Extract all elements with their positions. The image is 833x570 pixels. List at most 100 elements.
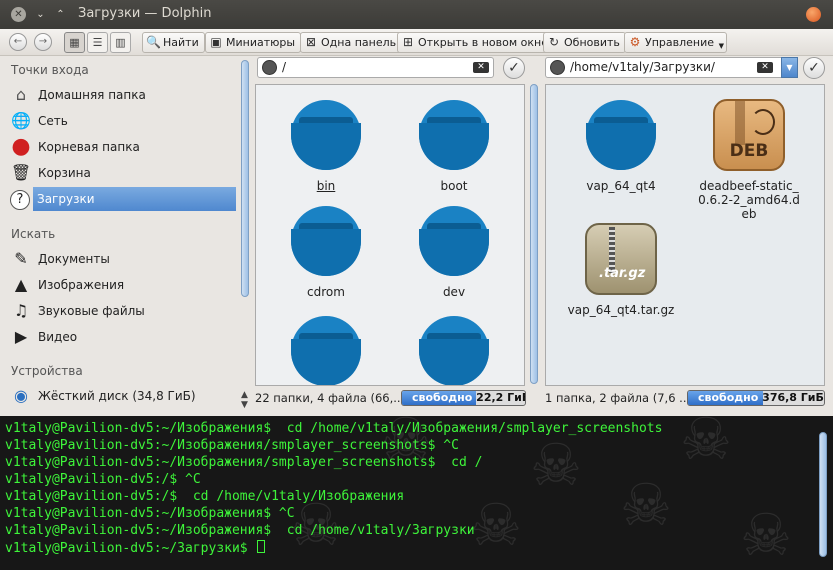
place-label: Корневая папка [38, 140, 140, 154]
device-label: Жёсткий диск (34,8 ГиБ) [38, 389, 196, 403]
terminal-line: v1taly@Pavilion-dv5:/$ cd /home/v1taly/И… [5, 489, 405, 504]
terminal-panel[interactable]: ☠ ☠ ☠ ☠ ☠ ☠ ☠ v1taly@Pavilion-dv5:~/Изоб… [0, 416, 833, 570]
columns-view-button[interactable]: ▥ [110, 32, 131, 53]
drive-icon [262, 60, 277, 75]
search-label: Документы [38, 252, 110, 266]
documents-icon: ✎ [14, 249, 28, 268]
clear-path-icon[interactable]: ✕ [473, 62, 489, 73]
left-status-text: 22 папки, 4 файла (66,... [255, 391, 405, 405]
preview-icon: ▣ [210, 35, 222, 49]
skull-icon: ☠ [470, 491, 522, 559]
details-view-button[interactable]: ☰ [87, 32, 108, 53]
places-scrollbar[interactable] [241, 60, 249, 297]
device-hard-disk[interactable]: ◉ Жёсткий диск (34,8 ГиБ) [8, 384, 236, 408]
terminal-prompt: v1taly@Pavilion-dv5:~/Загрузки$ [5, 541, 256, 556]
skull-icon: ☠ [620, 471, 672, 539]
search-video[interactable]: ▶ Видео [8, 325, 236, 349]
file-item[interactable]: boot [394, 97, 514, 193]
file-item[interactable] [266, 313, 386, 385]
manage-menu-button[interactable]: ⚙ Управление ▼ [624, 32, 728, 53]
audio-icon: ♫ [13, 301, 29, 320]
right-free-label: свободно [698, 391, 759, 404]
file-item[interactable]: cdrom [266, 203, 386, 299]
preview-label: Миниатюры [226, 36, 296, 49]
forward-button[interactable]: → [34, 33, 52, 51]
file-name: deadbeef-static_0.6.2-2_amd64.deb [698, 179, 800, 221]
columns-view-icon: ▥ [115, 36, 126, 49]
file-name: vap_64_qt4 [586, 179, 656, 193]
right-file-view: vap_64_qt4 DEB deadbeef-static_0.6.2-2_am… [545, 84, 825, 386]
file-item[interactable]: vap_64_qt4 [561, 97, 681, 193]
place-downloads[interactable]: Загрузки [33, 187, 236, 211]
terminal-line: v1taly@Pavilion-dv5:~/Изображения$ ^C [5, 506, 295, 521]
terminal-line: v1taly@Pavilion-dv5:/$ ^C [5, 472, 201, 487]
icons-view-button[interactable]: ▦ [64, 32, 85, 53]
back-button[interactable]: ← [9, 33, 27, 51]
folder-icon [416, 203, 492, 279]
place-label: Домашняя папка [38, 88, 146, 102]
folder-icon [288, 97, 364, 173]
main-toolbar: ← → ▦ ☰ ▥ 🔍 Найти ▣ Миниатюры ⊠ Одна панель… [0, 29, 833, 56]
downloads-icon: ? [10, 190, 30, 210]
sort-arrows-icon[interactable]: ▲ ▼ [241, 390, 248, 410]
left-pane-scrollbar[interactable] [530, 84, 538, 384]
place-network[interactable]: 🌐 Сеть [8, 109, 236, 133]
close-window-button[interactable]: ✕ [11, 7, 26, 22]
archive-icon: .tar.gz [585, 223, 657, 295]
search-section-title: Искать [11, 227, 56, 241]
split-view-button[interactable]: ⊠ Одна панель [300, 32, 403, 53]
places-panel: Точки входа ⌂ Домашняя папка 🌐 Сеть ● Корне… [0, 57, 240, 415]
terminal-scrollbar[interactable] [819, 432, 827, 557]
home-icon: ⌂ [15, 85, 27, 104]
left-free-label: свободно [412, 391, 473, 404]
search-documents[interactable]: ✎ Документы [8, 247, 236, 271]
file-name: bin [316, 179, 336, 193]
right-status-text: 1 папка, 2 файла (7,6 ... [545, 391, 691, 405]
chevron-down-icon[interactable]: ▼ [781, 57, 798, 78]
preview-button[interactable]: ▣ Миниатюры [205, 32, 302, 53]
new-window-icon: ⊞ [402, 35, 414, 49]
devices-section-title: Устройства [11, 364, 83, 378]
place-root[interactable]: ● Корневая папка [8, 135, 236, 159]
right-go-button[interactable]: ✓ [803, 57, 825, 79]
file-item[interactable] [394, 313, 514, 385]
file-name: vap_64_qt4.tar.gz [567, 303, 675, 317]
search-audio[interactable]: ♫ Звуковые файлы [8, 299, 236, 323]
open-new-window-button[interactable]: ⊞ Открыть в новом окне [397, 32, 555, 53]
place-trash[interactable]: 🗑 Корзина [8, 161, 236, 185]
file-item[interactable]: DEB deadbeef-static_0.6.2-2_amd64.deb [689, 99, 809, 221]
minimize-window-button[interactable]: ⌄ [33, 7, 48, 22]
right-location-bar[interactable]: /home/v1taly/Загрузки/ ✕ ▼ [545, 57, 798, 78]
right-path-text: /home/v1taly/Загрузки/ [570, 60, 715, 74]
details-view-icon: ☰ [92, 36, 103, 49]
arrow-right-icon: → [38, 36, 48, 47]
left-path-text: / [282, 60, 287, 74]
video-icon: ▶ [14, 327, 28, 346]
file-item[interactable]: dev [394, 203, 514, 299]
file-name: boot [440, 179, 468, 193]
dolphin-window: ✕ ⌄ ⌃ Загрузки — Dolphin ← → ▦ ☰ ▥ 🔍 Найт… [0, 0, 833, 570]
icons-view-icon: ▦ [69, 36, 80, 49]
root-folder-icon: ● [11, 134, 31, 159]
search-icon: 🔍 [146, 35, 161, 49]
left-location-bar[interactable]: / ✕ [257, 57, 494, 78]
title-bar: ✕ ⌄ ⌃ Загрузки — Dolphin [0, 0, 833, 29]
places-section-title: Точки входа [11, 63, 89, 77]
left-go-button[interactable]: ✓ [503, 57, 525, 79]
window-menu-icon[interactable] [806, 7, 821, 22]
search-label: Звуковые файлы [38, 304, 145, 318]
terminal-cursor [257, 540, 266, 553]
left-free-value: 22,2 ГиБ [476, 391, 526, 404]
file-item[interactable]: bin [266, 97, 386, 193]
checkmark-icon: ✓ [808, 60, 820, 76]
place-home[interactable]: ⌂ Домашняя папка [8, 83, 236, 107]
terminal-prompt-line[interactable]: v1taly@Pavilion-dv5:~/Загрузки$ [5, 540, 266, 556]
maximize-window-button[interactable]: ⌃ [53, 7, 68, 22]
reload-button[interactable]: ↻ Обновить [543, 32, 626, 53]
file-item[interactable]: .tar.gz vap_64_qt4.tar.gz [561, 223, 681, 317]
find-label: Найти [163, 36, 199, 49]
find-button[interactable]: 🔍 Найти [142, 32, 205, 53]
clear-path-icon[interactable]: ✕ [757, 62, 773, 73]
search-images[interactable]: ▲ Изображения [8, 273, 236, 297]
folder-icon [416, 97, 492, 173]
